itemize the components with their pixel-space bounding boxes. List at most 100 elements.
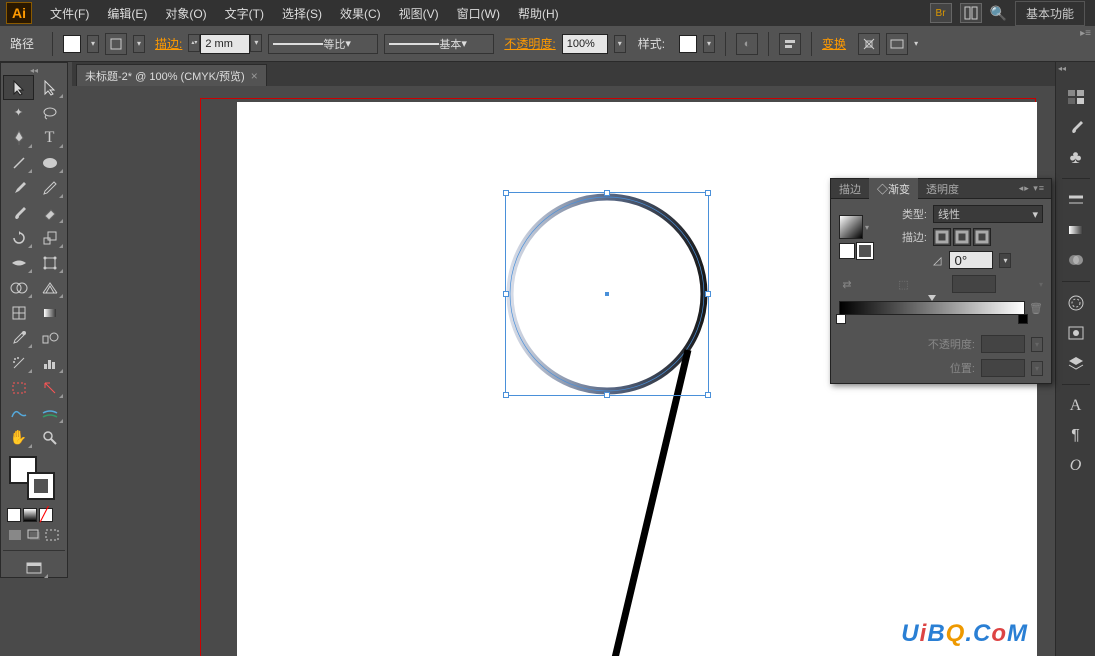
fill-swatch[interactable]	[63, 35, 81, 53]
recolor-artwork-icon[interactable]: ◐	[736, 33, 758, 55]
variable-width-profile[interactable]: 等比▾	[268, 34, 378, 54]
gradient-preview-swatch[interactable]	[839, 215, 863, 239]
curvature-tool[interactable]	[3, 400, 34, 425]
gradient-stop-end[interactable]	[1018, 314, 1028, 324]
opacity-label[interactable]: 不透明度:	[504, 35, 555, 52]
smooth-tool[interactable]	[34, 400, 65, 425]
draw-inside-icon[interactable]	[44, 528, 61, 544]
menu-type[interactable]: 文字(T)	[217, 1, 272, 26]
opacity-input[interactable]	[562, 34, 608, 54]
swap-fill-stroke-icon[interactable]	[105, 33, 127, 55]
swatches-panel-icon[interactable]	[1063, 84, 1089, 110]
delete-stop-icon[interactable]: 🗑	[1029, 302, 1043, 315]
stroke-gradient-across-icon[interactable]	[973, 228, 991, 246]
character-panel-icon[interactable]: A	[1063, 393, 1089, 419]
reverse-gradient-icon[interactable]: ⇄	[839, 278, 855, 291]
panel-menu-icon[interactable]: ◂▸ ▾≡	[1019, 183, 1045, 194]
align-icon[interactable]	[779, 33, 801, 55]
stroke-gradient-along-icon[interactable]	[953, 228, 971, 246]
toolbox-collapse-icon[interactable]: ◂◂	[3, 65, 65, 75]
selection-tool[interactable]	[3, 75, 34, 100]
search-icon[interactable]: 🔍	[990, 5, 1007, 22]
transparency-panel-icon[interactable]	[1063, 247, 1089, 273]
stroke-width-stepper[interactable]: ▴▾	[188, 34, 200, 52]
free-transform-tool[interactable]	[34, 250, 65, 275]
column-graph-tool[interactable]	[34, 350, 65, 375]
opentype-panel-icon[interactable]: O	[1063, 453, 1089, 479]
lasso-tool[interactable]	[34, 100, 65, 125]
menu-select[interactable]: 选择(S)	[274, 1, 330, 26]
gradient-panel-icon[interactable]	[1063, 217, 1089, 243]
gradient-stroke-toggle[interactable]	[857, 243, 873, 259]
isolate-icon[interactable]	[858, 33, 880, 55]
brush-definition[interactable]: 基本▾	[384, 34, 494, 54]
stroke-gradient-within-icon[interactable]	[933, 228, 951, 246]
bridge-icon[interactable]: Br	[930, 3, 952, 23]
symbol-sprayer-tool[interactable]	[3, 350, 34, 375]
shape-builder-tool[interactable]	[3, 275, 34, 300]
opacity-dropdown[interactable]: ▾	[614, 35, 626, 53]
color-mode-color[interactable]	[7, 508, 21, 522]
pencil-tool[interactable]	[34, 175, 65, 200]
line-segment-tool[interactable]	[3, 150, 34, 175]
perspective-grid-tool[interactable]	[34, 275, 65, 300]
stroke-width-input[interactable]	[200, 34, 250, 54]
symbols-panel-icon[interactable]: ♣	[1063, 144, 1089, 170]
draw-normal-icon[interactable]	[7, 528, 24, 544]
transform-panel-icon[interactable]	[886, 33, 908, 55]
gradient-fill-toggle[interactable]	[839, 243, 855, 259]
width-tool[interactable]	[3, 250, 34, 275]
stroke-color-swatch[interactable]	[27, 472, 55, 500]
color-mode-none[interactable]: ╱	[39, 508, 53, 522]
stroke-panel-icon[interactable]	[1063, 187, 1089, 213]
menu-edit[interactable]: 编辑(E)	[99, 1, 155, 26]
expand-panels-icon[interactable]: ◂◂	[1058, 64, 1066, 73]
zoom-tool[interactable]	[34, 425, 65, 450]
menu-file[interactable]: 文件(F)	[42, 1, 97, 26]
eyedropper-tool[interactable]	[3, 325, 34, 350]
eraser-tool[interactable]	[34, 200, 65, 225]
hand-tool[interactable]: ✋	[3, 425, 34, 450]
brushes-panel-icon[interactable]	[1063, 114, 1089, 140]
artboard-tool[interactable]	[3, 375, 34, 400]
type-tool[interactable]: T	[34, 125, 65, 150]
paragraph-panel-icon[interactable]: ¶	[1063, 423, 1089, 449]
document-tab[interactable]: 未标题-2* @ 100% (CMYK/预览) ×	[76, 64, 267, 86]
menu-effect[interactable]: 效果(C)	[332, 1, 389, 26]
graphic-style-dropdown[interactable]: ▾	[703, 35, 715, 53]
scale-tool[interactable]	[34, 225, 65, 250]
layers-panel-icon[interactable]	[1063, 350, 1089, 376]
pen-tool[interactable]	[3, 125, 34, 150]
stroke-label[interactable]: 描边:	[155, 35, 182, 52]
stroke-width-dropdown[interactable]: ▾	[250, 34, 262, 52]
paintbrush-tool[interactable]	[3, 175, 34, 200]
gradient-type-select[interactable]: 线性▾	[933, 205, 1043, 223]
rotate-tool[interactable]	[3, 225, 34, 250]
gradient-stop-start[interactable]	[836, 314, 846, 324]
close-tab-icon[interactable]: ×	[251, 69, 258, 83]
mesh-tool[interactable]	[3, 300, 34, 325]
color-mode-gradient[interactable]	[23, 508, 37, 522]
fill-stroke-indicator[interactable]	[3, 454, 65, 504]
direct-selection-tool[interactable]	[34, 75, 65, 100]
blend-tool[interactable]	[34, 325, 65, 350]
stroke-swatch-dropdown[interactable]: ▾	[133, 35, 145, 53]
screen-mode-icon[interactable]	[18, 555, 50, 580]
menu-window[interactable]: 窗口(W)	[449, 1, 508, 26]
graphic-styles-panel-icon[interactable]	[1063, 320, 1089, 346]
arrange-documents-icon[interactable]	[960, 3, 982, 23]
controlbar-expand-icon[interactable]: ▸≡	[1080, 28, 1091, 39]
graphic-style-swatch[interactable]	[679, 35, 697, 53]
transparency-panel-tab[interactable]: 透明度	[918, 178, 967, 200]
gradient-slider[interactable]	[839, 301, 1025, 315]
appearance-panel-icon[interactable]	[1063, 290, 1089, 316]
slice-tool[interactable]	[34, 375, 65, 400]
magic-wand-tool[interactable]: ✦	[3, 100, 34, 125]
ellipse-tool[interactable]	[34, 150, 65, 175]
gradient-angle-input[interactable]	[949, 251, 993, 269]
menu-help[interactable]: 帮助(H)	[510, 1, 567, 26]
stroke-panel-tab[interactable]: 描边	[831, 178, 869, 200]
gradient-angle-dropdown[interactable]: ▾	[999, 253, 1011, 268]
workspace-switcher[interactable]: 基本功能	[1015, 1, 1085, 26]
gradient-panel-tab[interactable]: ◇渐变	[869, 178, 918, 200]
